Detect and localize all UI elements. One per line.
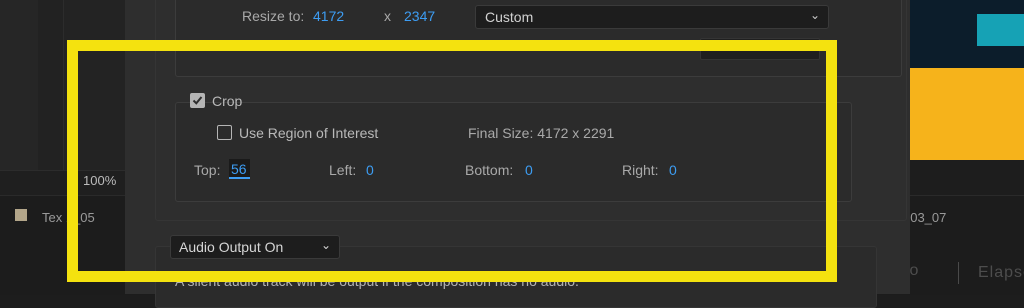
crop-checkbox[interactable] bbox=[190, 93, 205, 108]
audio-note: A silent audio track will be output if t… bbox=[175, 273, 579, 289]
final-size-label: Final Size: 4172 x 2291 bbox=[468, 125, 615, 141]
chevron-down-icon: ⌄ bbox=[809, 8, 820, 22]
layer-name-left[interactable]: Tex 1_05 bbox=[42, 210, 95, 225]
elapsed-label: Elapse bbox=[978, 264, 1024, 281]
audio-output-dropdown[interactable]: Audio Output On ⌄ bbox=[170, 235, 340, 259]
resize-label: Resize to: bbox=[242, 8, 305, 24]
resize-times-label: x bbox=[384, 8, 391, 24]
resize-preset-label: Custom bbox=[485, 9, 534, 25]
crop-bottom-value[interactable]: 0 bbox=[525, 162, 533, 178]
resize-quality-dropdown[interactable] bbox=[700, 38, 820, 60]
roi-label: Use Region of Interest bbox=[239, 125, 379, 141]
composition-preview bbox=[910, 0, 1024, 160]
resize-preset-dropdown[interactable]: Custom ⌄ bbox=[475, 5, 829, 29]
crop-bottom-label: Bottom: bbox=[465, 162, 514, 178]
audio-output-label: Audio Output On bbox=[179, 239, 284, 255]
left-panel-column bbox=[0, 0, 39, 195]
crop-label: Crop bbox=[212, 93, 243, 109]
crop-top-input[interactable]: 56 bbox=[229, 159, 250, 179]
left-panel-column-2 bbox=[38, 0, 64, 170]
toolbar-divider bbox=[958, 262, 959, 284]
crop-right-label: Right: bbox=[622, 162, 659, 178]
crop-top-label: Top: bbox=[194, 162, 221, 178]
preview-cyan-shape bbox=[977, 14, 1024, 46]
zoom-level[interactable]: 100% bbox=[83, 173, 116, 188]
layer-color-swatch[interactable] bbox=[15, 209, 27, 221]
checkmark-icon bbox=[192, 96, 203, 105]
crop-left-value[interactable]: 0 bbox=[366, 162, 374, 178]
resize-width-value[interactable]: 4172 bbox=[313, 8, 344, 24]
crop-left-label: Left: bbox=[329, 162, 357, 178]
resize-height-value[interactable]: 2347 bbox=[404, 8, 435, 24]
use-region-of-interest-checkbox[interactable] bbox=[217, 125, 232, 140]
crop-right-value[interactable]: 0 bbox=[669, 162, 677, 178]
chevron-down-icon: ⌄ bbox=[320, 238, 331, 252]
preview-yellow-shape bbox=[910, 68, 1024, 160]
crop-group bbox=[175, 102, 852, 202]
preview-dark-shape bbox=[998, 0, 1024, 14]
